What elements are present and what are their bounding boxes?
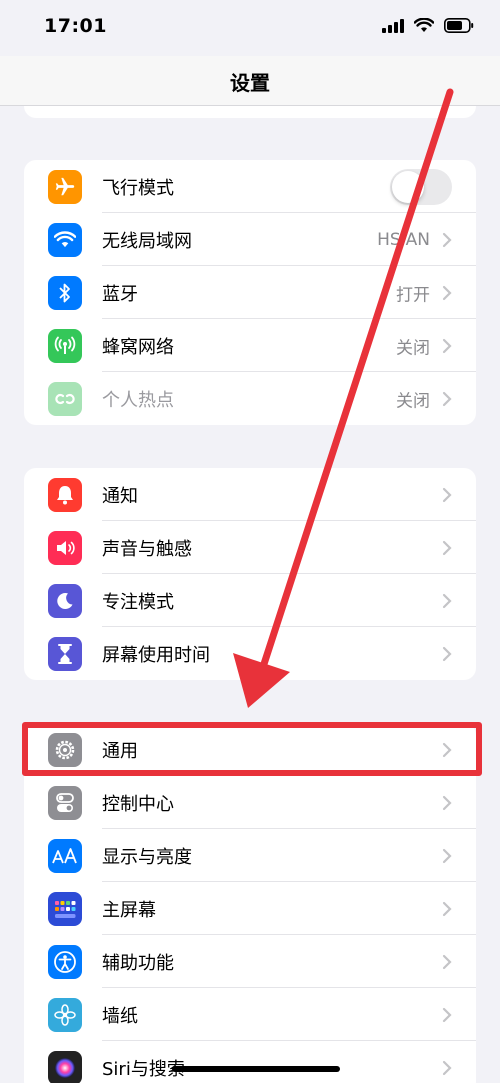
moon-icon [48,583,82,618]
row-bluetooth[interactable]: 蓝牙 打开 [24,266,476,319]
wifi-icon [48,222,82,257]
chevron-right-icon [442,232,452,247]
chevron-right-icon [442,487,452,502]
row-general[interactable]: 通用 [24,723,476,776]
row-label: 蜂窝网络 [102,336,174,358]
hotspot-icon [48,381,82,416]
row-label: 蓝牙 [102,283,138,305]
row-notifications[interactable]: 通知 [24,468,476,521]
chevron-right-icon [442,848,452,863]
cellular-status: 关闭 [396,338,430,358]
row-label: 个人热点 [102,389,174,411]
row-label: 墙纸 [102,1005,138,1027]
switches-icon [48,785,82,820]
chevron-right-icon [442,901,452,916]
chevron-right-icon [442,1007,452,1022]
home-grid-icon [48,891,82,926]
toggle-knob [392,170,424,203]
row-focus[interactable]: 专注模式 [24,574,476,627]
chevron-right-icon [442,795,452,810]
chevron-right-icon [442,593,452,608]
flower-icon [48,997,82,1032]
row-label: 显示与亮度 [102,846,192,868]
row-display-brightness[interactable]: 显示与亮度 [24,829,476,882]
signal-icon [382,18,404,33]
nav-bar: 设置 [0,56,500,106]
settings-group-notifications: 通知 声音与触感 专注模式 屏幕使用时间 [24,468,476,680]
row-control-center[interactable]: 控制中心 [24,776,476,829]
row-label: 屏幕使用时间 [102,644,210,666]
status-bar: 17:01 [0,0,500,56]
bell-icon [48,477,82,512]
bluetooth-status: 打开 [396,285,430,305]
chevron-right-icon [442,540,452,555]
cellular-icon [48,328,82,363]
chevron-right-icon [442,338,452,353]
row-siri-search[interactable]: Siri与搜索 [24,1041,476,1083]
row-label: 通知 [102,485,138,507]
chevron-right-icon [442,285,452,300]
row-cellular[interactable]: 蜂窝网络 关闭 [24,319,476,372]
settings-group-general: 通用 控制中心 显示与亮度 主屏幕 辅助功能 墙纸 Siri与搜索 [24,723,476,1083]
row-sounds-haptics[interactable]: 声音与触感 [24,521,476,574]
chevron-right-icon [442,646,452,661]
text-size-icon [48,838,82,873]
settings-group-connectivity: 飞行模式 无线局域网 HSIAN 蓝牙 打开 蜂窝网络 关闭 个人热点 关闭 [24,160,476,425]
airplane-icon [48,169,82,204]
home-indicator[interactable] [172,1066,340,1072]
row-wallpaper[interactable]: 墙纸 [24,988,476,1041]
row-personal-hotspot[interactable]: 个人热点 关闭 [24,372,476,425]
gear-icon [48,732,82,767]
row-label: 专注模式 [102,591,174,613]
row-airplane-mode[interactable]: 飞行模式 [24,160,476,213]
airplane-mode-toggle[interactable] [390,168,452,205]
page-title: 设置 [230,71,270,95]
row-label: 通用 [102,740,138,762]
row-accessibility[interactable]: 辅助功能 [24,935,476,988]
hourglass-icon [48,636,82,671]
bluetooth-icon [48,275,82,310]
row-home-screen[interactable]: 主屏幕 [24,882,476,935]
row-label: 辅助功能 [102,952,174,974]
chevron-right-icon [442,954,452,969]
siri-icon [48,1050,82,1083]
row-label: 飞行模式 [102,177,174,199]
chevron-right-icon [442,391,452,406]
row-label: 声音与触感 [102,538,192,560]
wifi-network-name: HSIAN [377,229,430,250]
wifi-status-icon [414,18,434,32]
accessibility-icon [48,944,82,979]
row-label: 无线局域网 [102,230,192,252]
speaker-icon [48,530,82,565]
chevron-right-icon [442,742,452,757]
row-wifi[interactable]: 无线局域网 HSIAN [24,213,476,266]
previous-group-end [24,106,476,118]
chevron-right-icon [442,1060,452,1075]
status-time: 17:01 [44,15,107,37]
row-label: 主屏幕 [102,899,156,921]
row-label: 控制中心 [102,793,174,815]
row-screen-time[interactable]: 屏幕使用时间 [24,627,476,680]
hotspot-status: 关闭 [396,391,430,411]
battery-icon [444,18,474,33]
